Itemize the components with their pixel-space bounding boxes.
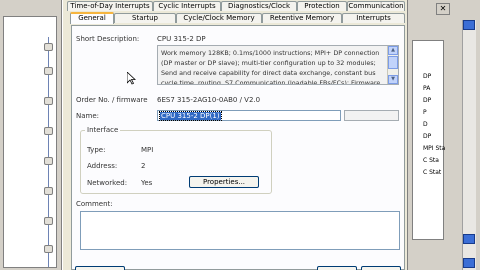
description-textbox[interactable]: Work memory 128KB; 0.1ms/1000 instructio… bbox=[157, 45, 399, 85]
tab-startup[interactable]: Startup bbox=[114, 13, 176, 23]
close-icon[interactable]: ✕ bbox=[436, 3, 450, 15]
description-text: Work memory 128KB; 0.1ms/1000 instructio… bbox=[161, 49, 381, 85]
interface-address-label: Address: bbox=[87, 162, 118, 170]
short-description-label: Short Description: bbox=[76, 35, 140, 43]
interface-group: Interface Type: MPI Address: 2 Networked… bbox=[80, 126, 272, 194]
scroll-down-icon[interactable] bbox=[463, 258, 475, 268]
scroll-down-icon[interactable]: ▼ bbox=[388, 75, 398, 84]
background-window-left bbox=[0, 0, 62, 270]
catalog-scrollbar[interactable] bbox=[462, 20, 476, 270]
tab-general[interactable]: General bbox=[70, 12, 114, 24]
catalog-item[interactable]: DP bbox=[423, 97, 431, 104]
short-description-value: CPU 315-2 DP bbox=[157, 35, 206, 43]
name-input-selection: CPU 315-2 DP(1) bbox=[159, 111, 222, 121]
interface-networked-value: Yes bbox=[141, 179, 153, 187]
properties-button[interactable]: Properties... bbox=[189, 176, 259, 188]
tab-diagnostics-clock[interactable]: Diagnostics/Clock bbox=[221, 1, 297, 11]
general-tab-panel: Short Description: CPU 315-2 DP Work mem… bbox=[71, 25, 405, 270]
catalog-item[interactable]: C Sta bbox=[423, 157, 439, 164]
project-tree-pane[interactable] bbox=[3, 16, 57, 268]
tab-retentive-memory[interactable]: Retentive Memory bbox=[262, 13, 342, 23]
catalog-item[interactable]: PA bbox=[423, 85, 430, 92]
tree-expand-icon[interactable] bbox=[44, 43, 53, 51]
catalog-item[interactable]: DP bbox=[423, 73, 431, 80]
tab-cyclic-interrupts[interactable]: Cyclic Interrupts bbox=[153, 1, 221, 11]
tab-protection[interactable]: Protection bbox=[297, 1, 347, 11]
scroll-thumb[interactable] bbox=[388, 56, 398, 69]
comment-textarea[interactable] bbox=[80, 211, 400, 250]
order-number-label: Order No. / firmware bbox=[76, 96, 148, 104]
comment-label: Comment: bbox=[76, 200, 113, 208]
interface-address-value: 2 bbox=[141, 162, 146, 170]
cancel-button[interactable] bbox=[317, 266, 357, 270]
tree-expand-icon[interactable] bbox=[44, 217, 53, 225]
catalog-item[interactable]: C Stat bbox=[423, 169, 441, 176]
name-extra-field bbox=[344, 110, 399, 121]
interface-group-title: Interface bbox=[85, 126, 121, 134]
catalog-item[interactable]: MPI Sta bbox=[423, 145, 445, 152]
tree-expand-icon[interactable] bbox=[44, 97, 53, 105]
tab-communication[interactable]: Communication bbox=[347, 1, 405, 11]
description-scrollbar[interactable]: ▲ ▼ bbox=[387, 46, 398, 84]
background-window-right: ✕ DP PA DP P D DP MPI Sta C Sta C Stat bbox=[408, 0, 480, 270]
cpu-properties-dialog: Time-of-Day Interrupts Cyclic Interrupts… bbox=[62, 0, 408, 270]
name-label: Name: bbox=[76, 112, 100, 120]
scroll-down-icon[interactable] bbox=[463, 234, 475, 244]
tab-interrupts[interactable]: Interrupts bbox=[342, 13, 405, 23]
interface-type-label: Type: bbox=[87, 146, 106, 154]
tab-cycle-clock-memory[interactable]: Cycle/Clock Memory bbox=[176, 13, 262, 23]
tab-time-of-day-interrupts[interactable]: Time-of-Day Interrupts bbox=[67, 1, 153, 11]
order-number-value: 6ES7 315-2AG10-0AB0 / V2.0 bbox=[157, 96, 261, 104]
interface-networked-label: Networked: bbox=[87, 179, 128, 187]
ok-button[interactable] bbox=[75, 266, 125, 270]
interface-type-value: MPI bbox=[141, 146, 154, 154]
catalog-item[interactable]: DP bbox=[423, 133, 431, 140]
tree-expand-icon[interactable] bbox=[44, 157, 53, 165]
tree-expand-icon[interactable] bbox=[44, 245, 53, 253]
scroll-up-icon[interactable]: ▲ bbox=[388, 46, 398, 55]
scroll-up-icon[interactable] bbox=[463, 20, 475, 30]
help-button[interactable] bbox=[361, 266, 401, 270]
mouse-cursor-icon bbox=[127, 72, 136, 85]
catalog-item[interactable]: P bbox=[423, 109, 427, 116]
catalog-pane[interactable]: DP PA DP P D DP MPI Sta C Sta C Stat bbox=[412, 40, 445, 240]
tree-expand-icon[interactable] bbox=[44, 187, 53, 195]
tree-expand-icon[interactable] bbox=[44, 67, 53, 75]
catalog-item[interactable]: D bbox=[423, 121, 428, 128]
tree-expand-icon[interactable] bbox=[44, 127, 53, 135]
name-input[interactable]: CPU 315-2 DP(1) bbox=[157, 110, 341, 121]
